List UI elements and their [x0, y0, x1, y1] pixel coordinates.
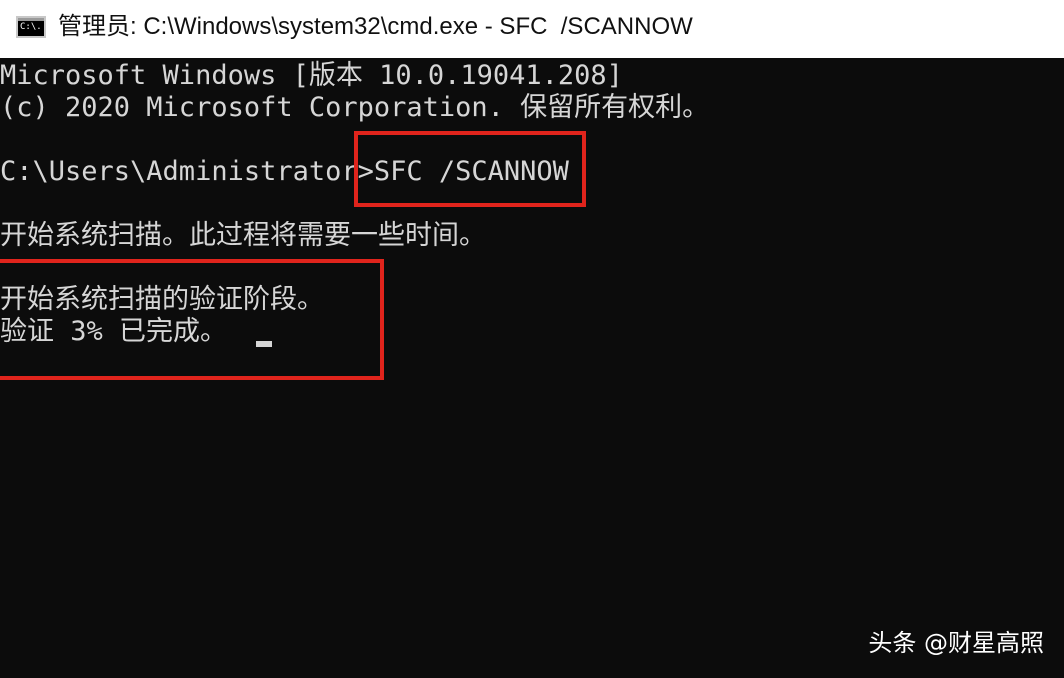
console-line-scan-start: 开始系统扫描。此过程将需要一些时间。: [0, 220, 486, 251]
watermark: 头条 @财星高照: [868, 629, 1044, 657]
cmd-console-icon[interactable]: C:\.: [16, 16, 46, 38]
title-bar[interactable]: C:\. 管理员: C:\Windows\system32\cmd.exe - …: [0, 0, 1064, 58]
icon-glyph-text: C:\.: [20, 22, 42, 32]
window-title: 管理员: C:\Windows\system32\cmd.exe - SFC /…: [58, 13, 693, 40]
command-highlight-box: [354, 131, 586, 207]
progress-highlight-box: [0, 259, 384, 380]
console-line-version: Microsoft Windows [版本 10.0.19041.208]: [0, 60, 623, 91]
cmd-window: C:\. 管理员: C:\Windows\system32\cmd.exe - …: [0, 0, 1064, 678]
console-line-copyright: (c) 2020 Microsoft Corporation. 保留所有权利。: [0, 92, 710, 123]
console-area[interactable]: Microsoft Windows [版本 10.0.19041.208] (c…: [0, 58, 1064, 678]
icon-title-strip: [18, 18, 44, 21]
